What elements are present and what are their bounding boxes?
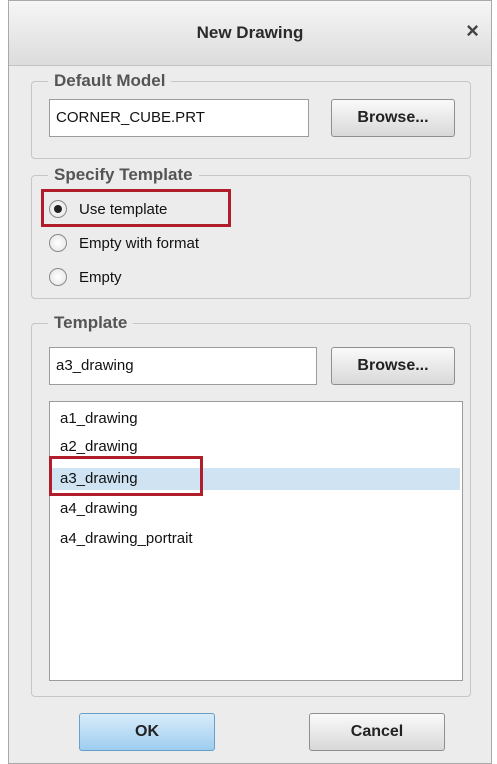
list-item-selected[interactable]: a3_drawing [52,468,460,490]
radio-button-icon[interactable] [49,234,67,252]
list-item[interactable]: a2_drawing [58,436,460,458]
dialog-title: New Drawing [196,23,304,42]
cancel-button[interactable]: Cancel [309,713,445,751]
radio-button-icon[interactable] [49,200,67,218]
radio-label: Use template [79,200,168,218]
ok-button[interactable]: OK [79,713,215,751]
radio-selected-dot [54,205,62,213]
list-item[interactable]: a4_drawing_portrait [58,528,460,550]
template-browse-button[interactable]: Browse... [331,347,455,385]
default-model-browse-button[interactable]: Browse... [331,99,455,137]
radio-label: Empty [79,268,122,286]
list-item[interactable]: a4_drawing [58,498,460,520]
radio-empty[interactable]: Empty [49,263,122,291]
list-item[interactable]: a1_drawing [58,408,460,430]
radio-empty-with-format[interactable]: Empty with format [49,229,199,257]
specify-template-legend: Specify Template [54,165,193,184]
default-model-input[interactable]: CORNER_CUBE.PRT [49,99,309,137]
default-model-legend: Default Model [54,71,166,90]
radio-button-icon[interactable] [49,268,67,286]
radio-use-template[interactable]: Use template [49,195,167,223]
template-input[interactable]: a3_drawing [49,347,317,385]
dialog-titlebar[interactable]: New Drawing × [9,1,491,66]
radio-label: Empty with format [79,234,200,252]
close-icon[interactable]: × [466,18,479,44]
template-legend: Template [54,313,128,332]
new-drawing-dialog: New Drawing × Default Model CORNER_CUBE.… [8,0,492,764]
template-listbox[interactable]: a1_drawing a2_drawing a3_drawing a4_draw… [49,401,463,681]
